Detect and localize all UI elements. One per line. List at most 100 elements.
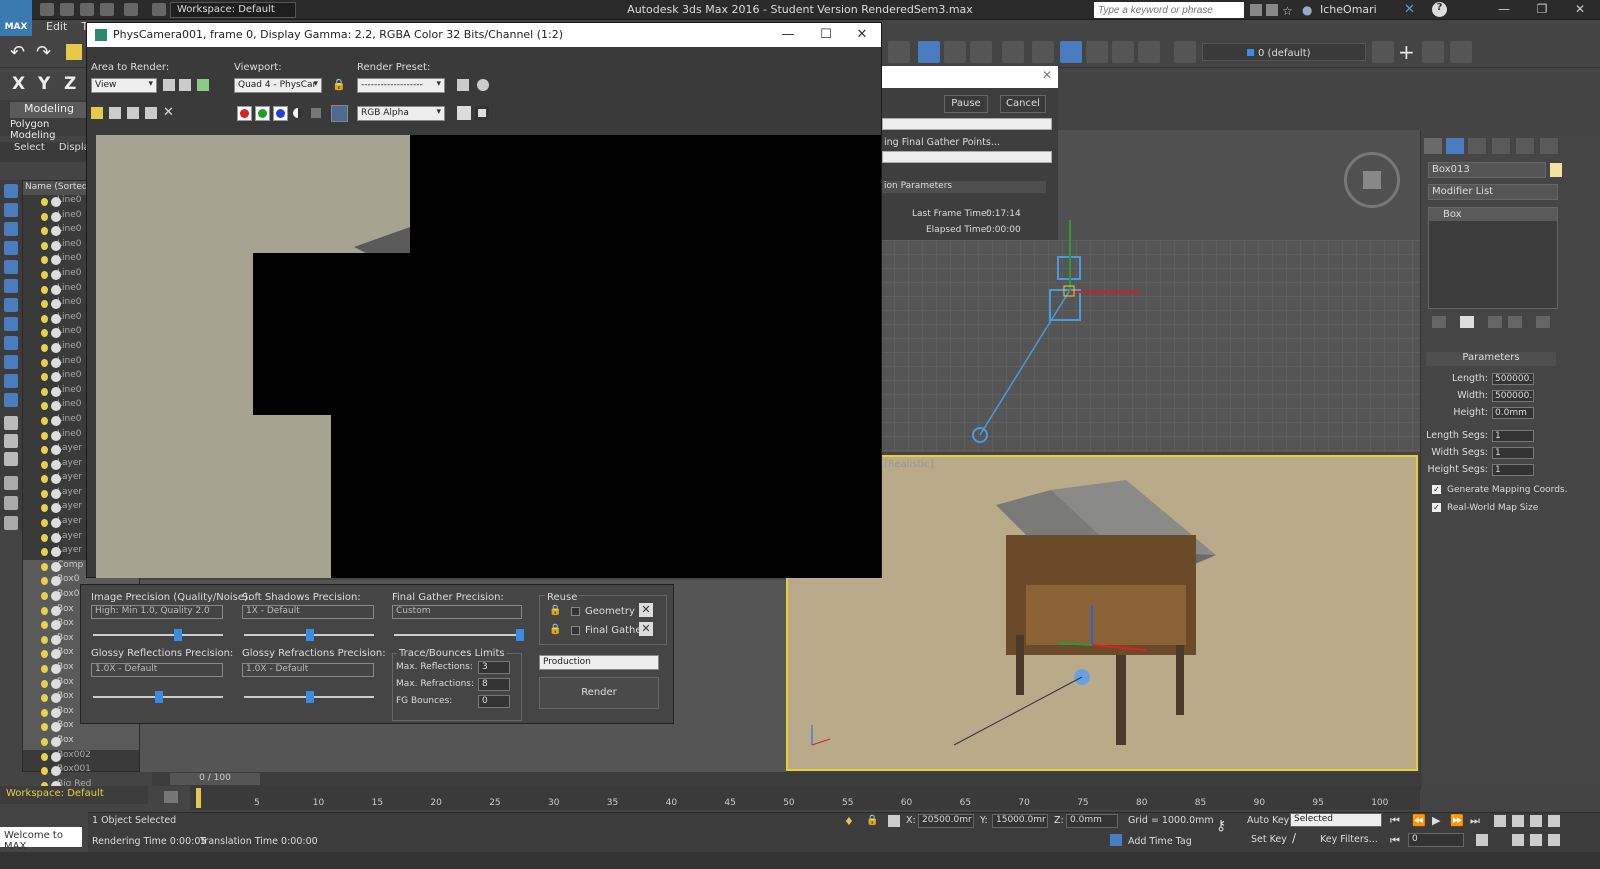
visibility-icon[interactable] [41, 504, 48, 513]
clone-window-icon[interactable] [127, 107, 139, 119]
visibility-icon[interactable] [41, 679, 48, 688]
key-filters-button[interactable]: Key Filters... [1320, 834, 1378, 845]
visibility-icon[interactable] [41, 300, 48, 309]
render-preset-select[interactable]: ------------------- [357, 78, 445, 93]
stack-item-box[interactable]: Box [1429, 208, 1557, 221]
time-tag-icon[interactable] [1110, 834, 1122, 846]
minimize-button[interactable]: — [1492, 2, 1516, 18]
axis-z-button[interactable]: Z [64, 74, 76, 94]
filter-bones-icon[interactable] [4, 355, 18, 369]
length-spinner[interactable]: 500000.0 [1492, 373, 1534, 385]
visibility-icon[interactable] [41, 635, 48, 644]
motion-tab-icon[interactable] [1492, 138, 1510, 154]
play-icon[interactable]: ▶ [1432, 814, 1440, 827]
star-icon[interactable]: ☆ [1282, 4, 1294, 18]
key-icon[interactable]: ⚷ [1216, 818, 1226, 834]
visibility-icon[interactable] [41, 665, 48, 673]
render-button[interactable]: Render [539, 677, 659, 709]
viewport-select[interactable]: Quad 4 - PhysCar [234, 78, 322, 93]
toolbar-explorer-icon[interactable] [1372, 41, 1394, 63]
glossy-reflections-knob[interactable] [155, 691, 163, 703]
visibility-icon[interactable] [41, 606, 48, 615]
visibility-icon[interactable] [41, 241, 48, 250]
new-file-icon[interactable] [40, 3, 54, 16]
visibility-icon[interactable] [41, 621, 48, 630]
toolbar-list-icon[interactable] [970, 41, 992, 63]
color-swatch[interactable] [331, 105, 348, 122]
layer-list-icon[interactable] [4, 516, 18, 530]
max-refractions-spinner[interactable]: 8 [478, 678, 510, 691]
redo-icon[interactable] [124, 3, 138, 16]
visibility-icon[interactable] [41, 227, 48, 236]
toolbar-percent-snap-icon[interactable] [1138, 41, 1160, 63]
clear-icon[interactable]: ✕ [163, 105, 174, 120]
height-spinner[interactable]: 0.0mm [1492, 407, 1534, 419]
toolbar-move-icon[interactable] [1002, 41, 1024, 63]
image-precision-knob[interactable] [174, 629, 182, 641]
toolbar-select-icon[interactable] [888, 41, 910, 63]
time-slider-track[interactable] [152, 772, 1422, 786]
toolbar-rotate-icon[interactable] [1032, 41, 1054, 63]
y-coordinate-field[interactable]: 15000.0mr [992, 814, 1048, 828]
display-tab-icon[interactable] [1516, 138, 1534, 154]
next-frame-icon[interactable]: ⏩ [1450, 814, 1464, 827]
current-frame-marker[interactable] [196, 788, 201, 808]
visibility-icon[interactable] [41, 256, 48, 265]
toolbar-angle-snap-icon[interactable] [1112, 41, 1134, 63]
visibility-icon[interactable] [41, 548, 48, 557]
glossy-refractions-field[interactable]: 1.0X - Default [242, 663, 374, 677]
region-select-icon[interactable] [197, 79, 209, 91]
save-image-icon[interactable] [91, 107, 103, 119]
object-color-swatch[interactable] [1550, 163, 1562, 177]
vfb-minimize-button[interactable]: — [773, 27, 803, 43]
filter-xrefs-icon[interactable] [4, 336, 18, 350]
visibility-icon[interactable] [41, 285, 48, 294]
pause-button[interactable]: Pause [944, 95, 988, 113]
max-reflections-spinner[interactable]: 3 [478, 661, 510, 674]
toolbar-region-icon[interactable] [918, 41, 940, 63]
walk-through-icon[interactable] [1530, 834, 1542, 846]
link-icon[interactable] [66, 44, 82, 60]
progress-close-icon[interactable]: ✕ [1042, 68, 1052, 82]
auto-region-icon[interactable] [179, 79, 191, 91]
mono-toggle-icon[interactable] [311, 108, 321, 118]
workspace-label[interactable]: Workspace: Default [0, 786, 148, 804]
go-to-end-icon[interactable]: ⏭ [1470, 814, 1480, 828]
height-segs-spinner[interactable]: 1 [1492, 464, 1534, 476]
auto-key-button[interactable]: Auto Key [1247, 815, 1289, 826]
absolute-mode-icon[interactable] [888, 815, 900, 827]
toolbar-render-icon[interactable] [1450, 41, 1472, 63]
visibility-icon[interactable] [41, 212, 48, 221]
toolbar-snap-icon[interactable] [1086, 41, 1108, 63]
alpha-toggle-icon[interactable] [293, 108, 303, 118]
toolbar-render-setup-icon[interactable] [1422, 41, 1444, 63]
filter-groups-icon[interactable] [4, 317, 18, 331]
geometry-lock-icon[interactable]: 🔒 [549, 605, 561, 616]
exchange-icon[interactable]: ✕ [1404, 2, 1415, 17]
visibility-icon[interactable] [41, 343, 48, 352]
mini-curve-editor-icon[interactable] [164, 791, 178, 803]
viewcube[interactable] [1344, 152, 1400, 208]
visibility-icon[interactable] [41, 592, 48, 601]
x-coordinate-field[interactable]: 20500.0mr [918, 814, 974, 828]
environment-icon[interactable] [477, 79, 489, 91]
binoculars-icon[interactable] [1250, 4, 1262, 16]
green-channel-toggle[interactable] [255, 106, 270, 121]
visibility-icon[interactable] [41, 752, 48, 761]
welcome-message[interactable]: Welcome to MAX [0, 827, 82, 852]
selection-lock-icon[interactable]: 🔒 [866, 815, 878, 826]
clear-final-gather-icon[interactable]: ✕ [639, 622, 653, 636]
render-mode-select[interactable]: Production [539, 655, 659, 670]
display-toggle-icon[interactable] [457, 106, 471, 120]
undo-icon[interactable]: ↶ [10, 42, 25, 63]
red-channel-toggle[interactable] [237, 106, 252, 121]
time-slider-thumb[interactable]: 0 / 100 [170, 773, 260, 785]
glossy-reflections-field[interactable]: 1.0X - Default [91, 663, 223, 677]
user-name[interactable]: IcheOmari [1320, 3, 1377, 16]
width-segs-spinner[interactable]: 1 [1492, 447, 1534, 459]
image-precision-slider[interactable] [93, 634, 223, 636]
hierarchy-tab-icon[interactable] [1468, 138, 1486, 154]
copy-image-icon[interactable] [109, 107, 121, 119]
layer-dropdown[interactable]: 0 (default) [1202, 43, 1366, 61]
key-mode-select[interactable]: Selected [1290, 813, 1382, 827]
